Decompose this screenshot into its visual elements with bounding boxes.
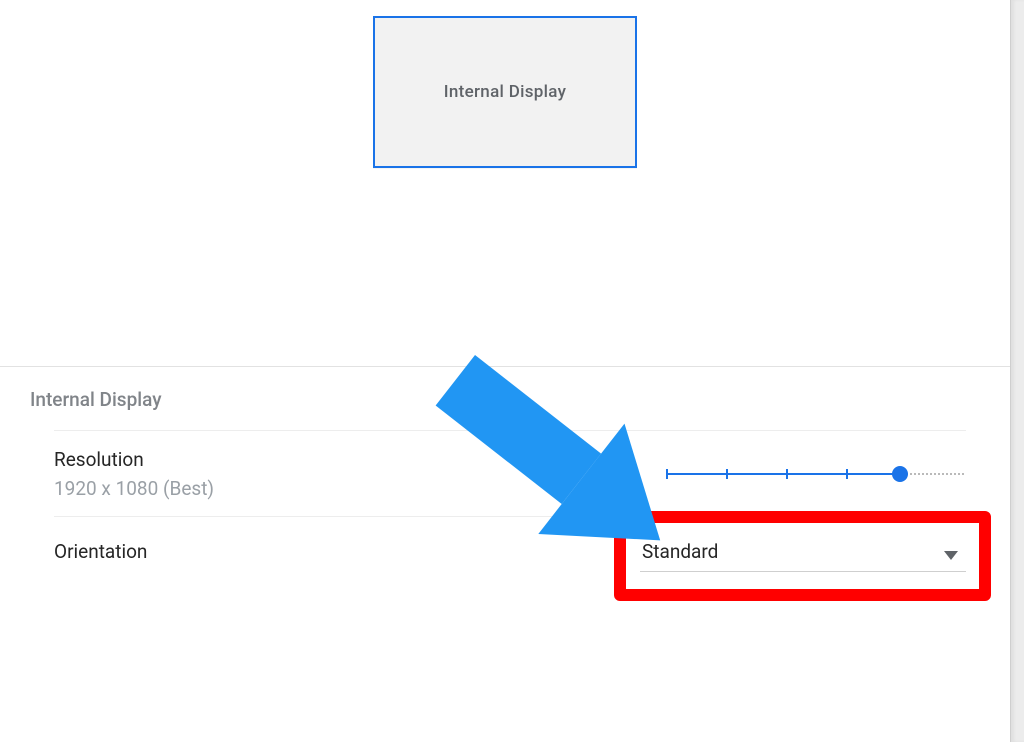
section-divider [0, 366, 1010, 367]
scrollbar-gutter [1010, 0, 1024, 742]
orientation-select[interactable]: Standard [640, 532, 966, 572]
section-title: Internal Display [30, 388, 162, 411]
resolution-value: 1920 x 1080 (Best) [54, 477, 666, 500]
orientation-row: Orientation Standard [54, 516, 966, 586]
resolution-label: Resolution [54, 448, 666, 471]
resolution-row: Resolution 1920 x 1080 (Best) [54, 430, 966, 516]
resolution-slider[interactable] [666, 464, 966, 484]
display-tile-internal[interactable]: Internal Display [373, 16, 637, 168]
orientation-selected-value: Standard [640, 540, 718, 563]
display-arrangement-preview: Internal Display [373, 16, 637, 168]
slider-ticks [666, 469, 966, 479]
slider-thumb[interactable] [892, 466, 908, 482]
chevron-down-icon [944, 546, 958, 565]
orientation-label: Orientation [54, 540, 640, 563]
display-tile-label: Internal Display [444, 82, 566, 102]
select-underline [640, 571, 966, 572]
